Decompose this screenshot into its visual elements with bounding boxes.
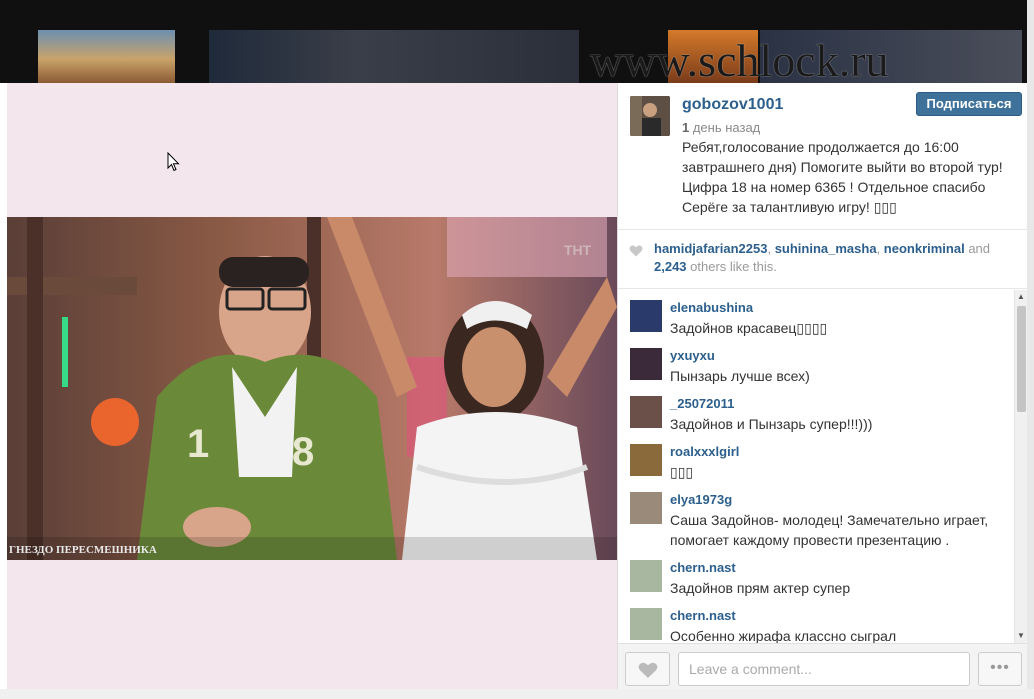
- commenter-username[interactable]: yxuyxu: [670, 348, 715, 363]
- window-edge: [1027, 0, 1034, 699]
- channel-logo: ТНТ: [564, 242, 592, 258]
- avatar-image: [630, 96, 670, 136]
- commenter-avatar[interactable]: [630, 444, 662, 476]
- likes-count-link[interactable]: 2,243: [654, 259, 687, 274]
- like-button[interactable]: [625, 652, 670, 686]
- follow-button[interactable]: Подписаться: [916, 92, 1022, 116]
- comment-text: Особенно жирафа классно сыграл: [670, 628, 897, 643]
- svg-text:1: 1: [187, 422, 209, 466]
- commenter-avatar[interactable]: [630, 560, 662, 592]
- comments-list[interactable]: elenabushina Задойнов красавец▯▯▯▯ yxuyx…: [618, 290, 1014, 643]
- liker-link[interactable]: neonkriminal: [884, 241, 965, 256]
- likes-tail: others like this.: [686, 259, 777, 274]
- liker-link[interactable]: suhinina_masha: [775, 241, 877, 256]
- video-frame: 1 8 ТНТ ГНЕЗДО ПЕРЕСМЕШНИКА: [7, 217, 617, 560]
- author-avatar[interactable]: [630, 96, 670, 136]
- background-feed-strip: www.schlock.ru: [0, 0, 1034, 83]
- comment-text: ▯▯▯: [670, 464, 694, 480]
- heart-icon: [638, 662, 658, 678]
- comment-item: elenabushina Задойнов красавец▯▯▯▯: [618, 290, 1014, 338]
- comment-item: yxuyxu Пынзарь лучше всех): [618, 338, 1014, 386]
- post-timestamp: 1 день назад: [682, 120, 760, 135]
- author-username[interactable]: gobozov1001: [682, 96, 783, 114]
- post-video[interactable]: 1 8 ТНТ ГНЕЗДО ПЕРЕСМЕШНИКА: [7, 217, 617, 560]
- media-pane: 1 8 ТНТ ГНЕЗДО ПЕРЕСМЕШНИКА: [7, 83, 617, 689]
- commenter-avatar[interactable]: [630, 492, 662, 524]
- svg-text:8: 8: [292, 430, 314, 474]
- likes-and: and: [964, 241, 991, 256]
- liker-separator: ,: [876, 241, 884, 256]
- instagram-post-lightbox: www.schlock.ru 1 8 ТНТ ГНЕЗДО ПЕРЕСМЕШНИ…: [0, 0, 1034, 699]
- liker-separator: ,: [767, 241, 775, 256]
- scroll-down-arrow-icon[interactable]: ▼: [1015, 631, 1027, 641]
- commenter-username[interactable]: elya1973g: [670, 492, 732, 507]
- post-details-pane: gobozov1001 Подписаться 1 день назад Реб…: [617, 83, 1028, 689]
- post-caption: Ребят,голосование продолжается до 16:00 …: [682, 139, 1003, 215]
- comment-text: Задойнов и Пынзарь супер!!!))): [670, 416, 873, 432]
- commenter-username[interactable]: elenabushina: [670, 300, 753, 315]
- heart-icon: [629, 245, 643, 257]
- likes-section: hamidjafarian2253, suhinina_masha, neonk…: [618, 231, 1028, 289]
- commenter-avatar[interactable]: [630, 348, 662, 380]
- commenter-avatar[interactable]: [630, 300, 662, 332]
- more-dots-icon: •••: [990, 659, 1010, 676]
- commenter-username[interactable]: chern.nast: [670, 608, 736, 623]
- feed-thumbnail: [209, 30, 579, 83]
- commenter-avatar[interactable]: [630, 608, 662, 640]
- commenter-username[interactable]: chern.nast: [670, 560, 736, 575]
- more-options-button[interactable]: •••: [978, 652, 1022, 686]
- scroll-up-arrow-icon[interactable]: ▲: [1015, 292, 1027, 302]
- comment-item: roalxxxlgirl ▯▯▯: [618, 434, 1014, 482]
- comment-bar: •••: [618, 643, 1028, 689]
- comment-item: elya1973g Саша Задойнов- молодец! Замеча…: [618, 482, 1014, 550]
- comments-scrollbar[interactable]: ▲ ▼: [1014, 290, 1027, 643]
- feed-thumbnail: [38, 30, 175, 83]
- mouse-cursor-icon: [167, 152, 180, 172]
- comment-item: chern.nast Особенно жирафа классно сыгра…: [618, 598, 1014, 643]
- liker-link[interactable]: hamidjafarian2253: [654, 241, 767, 256]
- scrollbar-thumb[interactable]: [1017, 306, 1026, 412]
- commenter-username[interactable]: _25072011: [670, 396, 734, 411]
- likes-text: hamidjafarian2253, suhinina_masha, neonk…: [654, 240, 1019, 276]
- commenter-avatar[interactable]: [630, 396, 662, 428]
- commenter-username[interactable]: roalxxxlgirl: [670, 444, 739, 459]
- comment-text: Задойнов прям актер супер: [670, 580, 851, 596]
- comment-item: _25072011 Задойнов и Пынзарь супер!!!))): [618, 386, 1014, 434]
- show-caption: ГНЕЗДО ПЕРЕСМЕШНИКА: [9, 544, 157, 556]
- comment-input[interactable]: [678, 652, 970, 686]
- site-watermark: www.schlock.ru: [590, 35, 889, 83]
- comment-text: Пынзарь лучше всех): [670, 368, 810, 384]
- comment-item: chern.nast Задойнов прям актер супер: [618, 550, 1014, 598]
- timestamp-text: день назад: [689, 120, 761, 135]
- window-edge: [0, 689, 1034, 699]
- post-header: gobozov1001 Подписаться 1 день назад Реб…: [618, 83, 1028, 230]
- comment-text: Задойнов красавец▯▯▯▯: [670, 320, 828, 336]
- comment-text: Саша Задойнов- молодец! Замечательно игр…: [670, 512, 989, 548]
